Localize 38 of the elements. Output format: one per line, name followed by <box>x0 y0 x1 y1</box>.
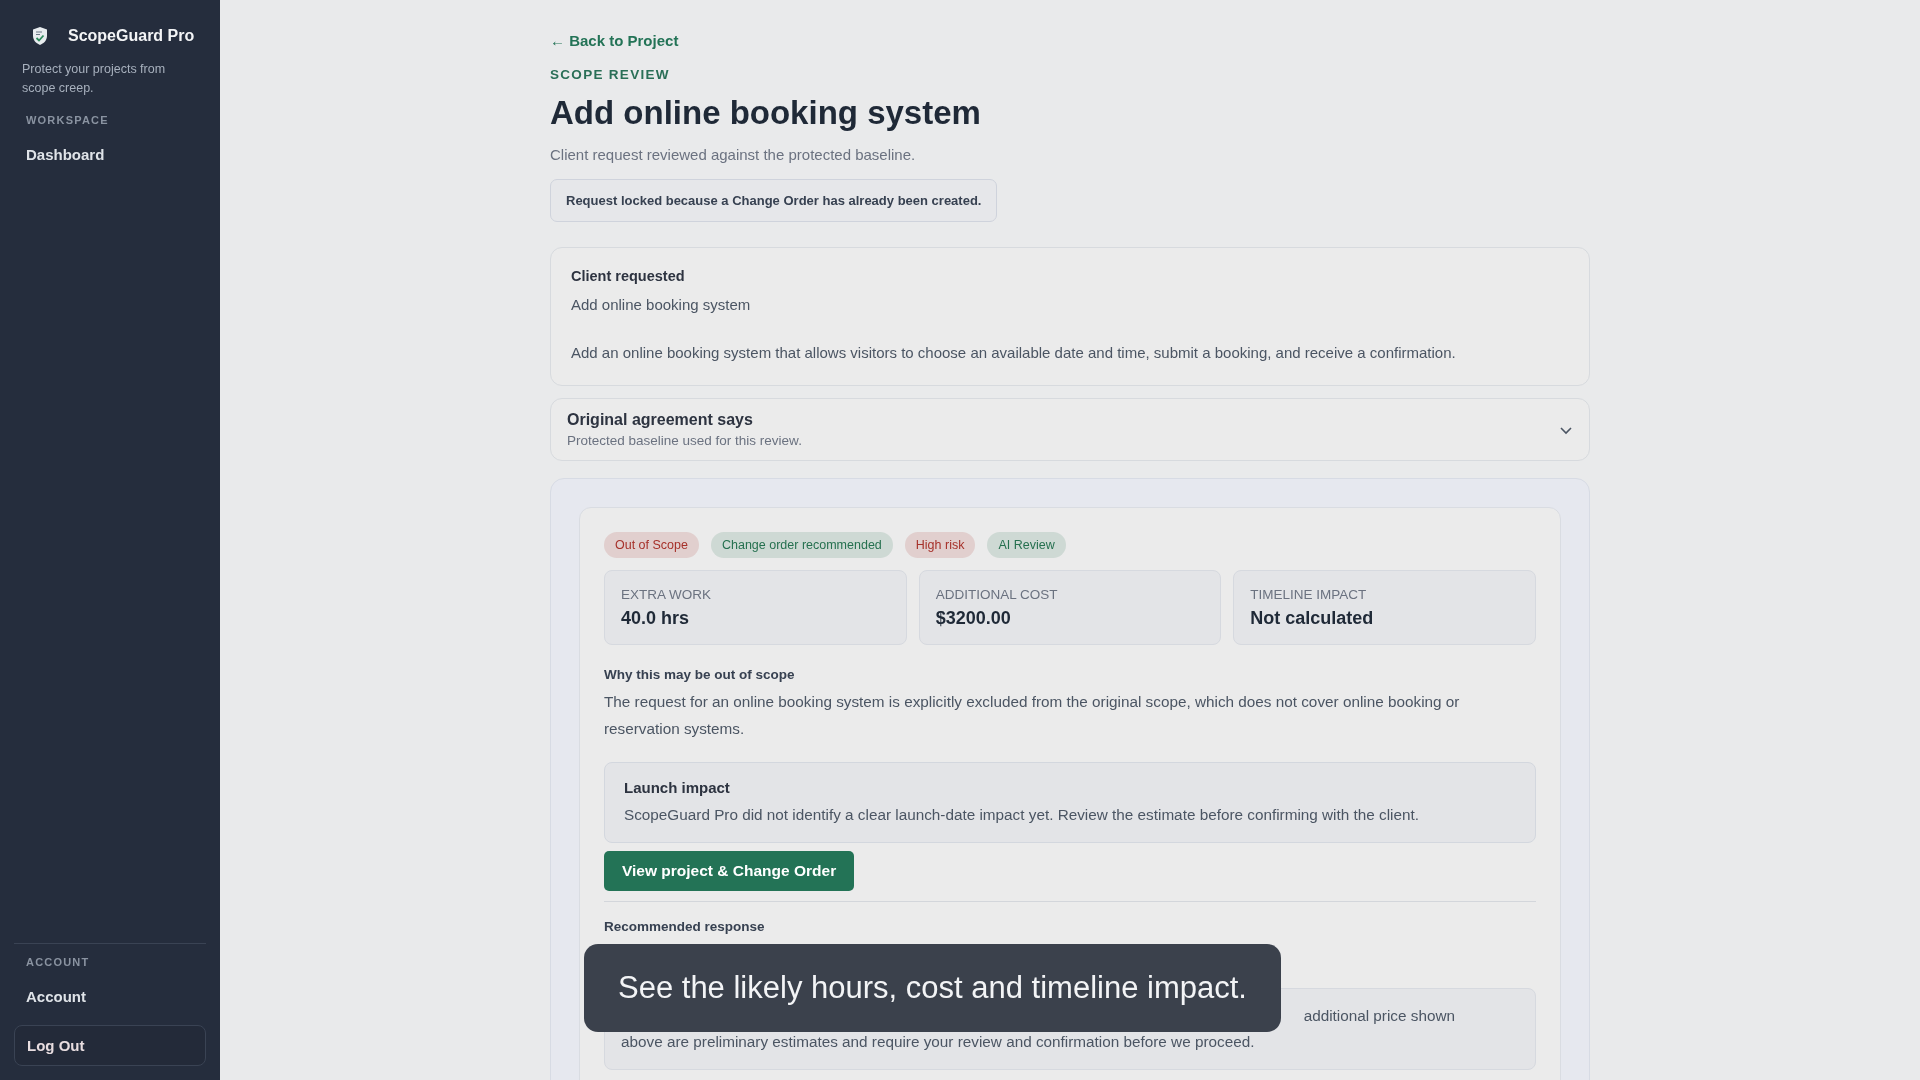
metric-label: EXTRA WORK <box>621 587 712 602</box>
launch-impact-text: ScopeGuard Pro did not identify a clear launch-date impact yet. Review the estimate before confirming with the client. <box>624 806 1420 824</box>
section-heading: WORKSPACE <box>25 114 110 126</box>
status-badge: Out of Scope <box>604 532 699 558</box>
section-heading: ACCOUNT <box>25 956 91 968</box>
metric-label: TIMELINE IMPACT <box>1250 587 1368 602</box>
metric-value: $3200.00 <box>935 608 1012 629</box>
metric-value: Not calculated <box>1250 608 1375 629</box>
back-link[interactable]: ← Back to Project <box>550 32 679 49</box>
caption-overlay: See the likely hours, cost and timeline impact. <box>584 944 1281 1032</box>
sidebar-item[interactable]: Account <box>14 982 206 1011</box>
status-badge: Change order recommended <box>710 532 893 558</box>
eyebrow-label: SCOPE REVIEW <box>550 67 670 82</box>
page-title: Add online booking system <box>550 94 981 132</box>
agreement-panel[interactable]: Original agreement says Protected baseline used for this review. <box>550 398 1590 461</box>
view-project-button[interactable]: View project & Change Order <box>604 851 855 891</box>
log-out-button[interactable]: Log Out <box>14 1025 206 1066</box>
app-name: ScopeGuard Pro <box>68 27 195 45</box>
page-subtitle: Client request reviewed against the protected baseline. <box>550 146 916 163</box>
panel-subtitle: Protected baseline used for this review. <box>567 433 802 448</box>
metric-value: 40.0 hrs <box>621 608 691 629</box>
shield-check-icon <box>32 26 48 46</box>
section-heading: Recommended response <box>604 919 766 934</box>
response-text: above are preliminary estimates and require your review and confirmation before we proceed. <box>621 1032 1255 1052</box>
card-heading: Client requested <box>571 268 686 284</box>
panel-heading: Original agreement says <box>567 411 754 429</box>
section-heading: Why this may be out of scope <box>604 667 796 682</box>
explanation-text: The request for an online booking system is explicitly excluded from the original scope, which does not cover online booking or reservation systems. <box>604 692 1461 739</box>
sidebar-item[interactable]: Dashboard <box>14 140 206 169</box>
box-heading: Launch impact <box>624 779 731 796</box>
metric-label: ADDITIONAL COST <box>935 587 1059 602</box>
request-description: Add an online booking system that allows visitors to choose an available date and time, submit a booking, and receive a confirmation. <box>571 344 1457 361</box>
request-title: Add online booking system <box>571 296 752 313</box>
status-badge: AI Review <box>987 532 1066 558</box>
response-text: additional price shown <box>1303 1006 1455 1026</box>
tagline: Protect your projects from scope creep. <box>22 61 167 97</box>
status-badge: High risk <box>904 532 976 558</box>
lock-notice: Request locked because a Change Order has already been created. <box>550 179 998 222</box>
